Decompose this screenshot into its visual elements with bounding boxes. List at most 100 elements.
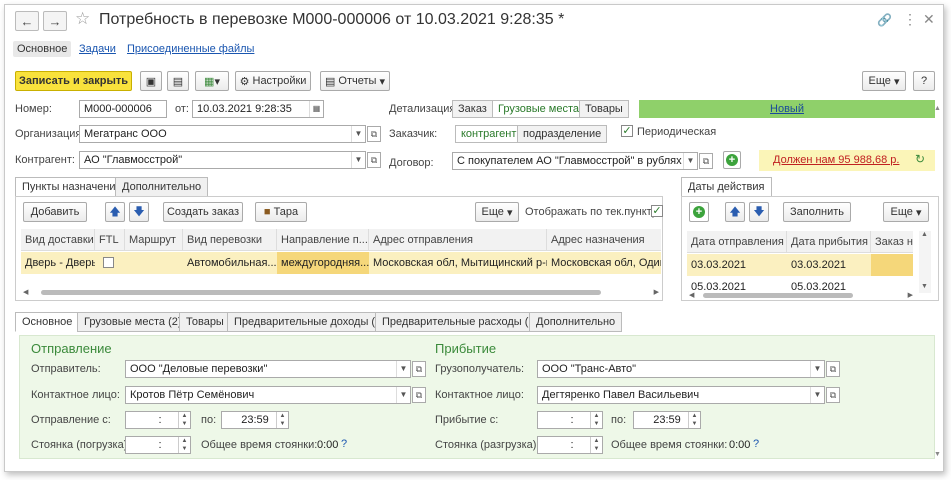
- periodic-checkbox[interactable]: ✓: [621, 125, 633, 137]
- save-icon[interactable]: ▣: [140, 71, 162, 91]
- calendar-icon[interactable]: ▦: [309, 101, 323, 117]
- departure-contact-field[interactable]: Кротов Пётр Семёнович ▼: [125, 386, 411, 404]
- scroll-left-icon[interactable]: ◀: [689, 291, 694, 299]
- scroll-left-icon[interactable]: ◀: [23, 288, 28, 296]
- forward-button[interactable]: →: [43, 11, 67, 31]
- spinner-icon[interactable]: ▲ ▼: [178, 437, 190, 453]
- help-button[interactable]: ?: [913, 71, 935, 91]
- number-field[interactable]: М000-000006: [79, 100, 167, 118]
- departure-from-field[interactable]: : ▲ ▼: [125, 411, 191, 429]
- scroll-right-icon[interactable]: ▶: [908, 291, 913, 299]
- h-scrollbar[interactable]: ◀ ▶: [23, 288, 659, 296]
- departure-stop-field[interactable]: : ▲ ▼: [125, 436, 191, 454]
- status-link[interactable]: Новый: [639, 100, 935, 118]
- col-from-address[interactable]: Адрес отправления: [369, 229, 547, 251]
- help-icon[interactable]: ?: [341, 438, 347, 450]
- chevron-down-icon[interactable]: ▼: [396, 387, 410, 403]
- arrival-contact-field[interactable]: Дегтяренко Павел Васильевич ▼: [537, 386, 825, 404]
- arrival-to-field[interactable]: 23:59 ▲ ▼: [633, 411, 701, 429]
- departure-to-field[interactable]: 23:59 ▲ ▼: [221, 411, 289, 429]
- spinner-icon[interactable]: ▲ ▼: [276, 412, 288, 428]
- tab-bottom-main[interactable]: Основное: [15, 312, 80, 332]
- link-icon[interactable]: 🔗: [877, 13, 892, 27]
- col-route[interactable]: Маршрут: [125, 229, 183, 251]
- tab-tasks[interactable]: Задачи: [79, 43, 116, 55]
- spinner-icon[interactable]: ▲ ▼: [590, 412, 602, 428]
- org-field[interactable]: Мегатранс ООО ▼: [79, 125, 366, 143]
- chevron-down-icon[interactable]: ▼: [810, 387, 824, 403]
- spinner-icon[interactable]: ▲ ▼: [178, 412, 190, 428]
- move-down-icon[interactable]: 🡇: [749, 202, 769, 222]
- detail-cargo[interactable]: Грузовые места: [492, 100, 586, 118]
- create-based-icon[interactable]: ▦ ▾: [195, 71, 229, 91]
- settings-button[interactable]: ⚙ Настройки: [235, 71, 311, 91]
- tab-prelim-income[interactable]: Предварительные доходы (2): [227, 312, 392, 332]
- open-icon[interactable]: ⧉: [412, 361, 426, 377]
- move-up-icon[interactable]: 🡅: [725, 202, 745, 222]
- dates-more-button[interactable]: Еще ▾: [883, 202, 929, 222]
- add-date-button[interactable]: +: [689, 202, 709, 222]
- show-current-checkbox[interactable]: ✓: [651, 205, 663, 217]
- create-order-button[interactable]: Создать заказ: [163, 202, 243, 222]
- table-row[interactable]: Дверь - Дверь Автомобильная... междугоро…: [21, 252, 661, 274]
- customer-contractor[interactable]: контрагент: [455, 125, 523, 143]
- star-icon[interactable]: ☆: [75, 9, 90, 29]
- contract-field[interactable]: С покупателем АО "Главмосстрой" в рублях…: [452, 152, 698, 170]
- open-icon[interactable]: ⧉: [367, 126, 381, 142]
- v-scrollbar[interactable]: ▲ ▼: [919, 231, 931, 293]
- save-close-button[interactable]: Записать и закрыть: [15, 71, 132, 91]
- col-delivery[interactable]: Вид доставки: [21, 229, 95, 251]
- close-icon[interactable]: ✕: [923, 11, 935, 28]
- chevron-down-icon[interactable]: ▼: [396, 361, 410, 377]
- chevron-down-icon[interactable]: ▼: [683, 153, 697, 169]
- detail-goods[interactable]: Товары: [579, 100, 629, 118]
- tab-main[interactable]: Основное: [13, 41, 72, 57]
- tab-cargo-places[interactable]: Грузовые места (2): [77, 312, 189, 332]
- col-ftl[interactable]: FTL: [95, 229, 125, 251]
- move-up-icon[interactable]: 🡅: [105, 202, 125, 222]
- page-scrollbar[interactable]: ▲ ▼: [933, 105, 943, 465]
- more-button[interactable]: Еще ▾: [862, 71, 906, 91]
- col-arrive-date[interactable]: Дата прибытия: [787, 231, 871, 253]
- receiver-field[interactable]: ООО "Транс-Авто" ▼: [537, 360, 825, 378]
- scroll-right-icon[interactable]: ▶: [654, 288, 659, 296]
- add-contract-button[interactable]: +: [723, 151, 741, 169]
- ftl-checkbox[interactable]: [103, 257, 114, 268]
- h-scrollbar[interactable]: ◀ ▶: [689, 291, 913, 299]
- chevron-down-icon[interactable]: ▼: [351, 126, 365, 142]
- scroll-thumb[interactable]: [41, 290, 601, 295]
- scroll-down-icon[interactable]: ▼: [934, 451, 941, 458]
- open-icon[interactable]: ⧉: [412, 387, 426, 403]
- tab-attached-files[interactable]: Присоединенные файлы: [127, 43, 254, 55]
- col-order[interactable]: Заказ на: [871, 231, 913, 253]
- help-icon[interactable]: ?: [753, 438, 759, 450]
- open-icon[interactable]: ⧉: [826, 387, 840, 403]
- detail-order[interactable]: Заказ: [452, 100, 493, 118]
- debt-link[interactable]: Должен нам 95 988,68 р.: [773, 154, 899, 166]
- move-down-icon[interactable]: 🡇: [129, 202, 149, 222]
- chevron-down-icon[interactable]: ▼: [810, 361, 824, 377]
- contractor-field[interactable]: АО "Главмосстрой" ▼: [79, 151, 366, 169]
- sender-field[interactable]: ООО "Деловые перевозки" ▼: [125, 360, 411, 378]
- arrival-from-field[interactable]: : ▲ ▼: [537, 411, 603, 429]
- customer-department[interactable]: подразделение: [517, 125, 608, 143]
- open-icon[interactable]: ⧉: [699, 153, 713, 169]
- table-row[interactable]: 03.03.2021 03.03.2021: [687, 254, 913, 276]
- tab-additional[interactable]: Дополнительно: [115, 177, 209, 197]
- col-transport[interactable]: Вид перевозки: [183, 229, 277, 251]
- tab-prelim-expenses[interactable]: Предварительные расходы (1): [375, 312, 546, 332]
- tab-goods[interactable]: Товары: [179, 312, 231, 332]
- fill-button[interactable]: Заполнить: [783, 202, 851, 222]
- col-direction[interactable]: Направление п...: [277, 229, 369, 251]
- reports-button[interactable]: ▤ Отчеты ▾: [320, 71, 390, 91]
- open-icon[interactable]: ⧉: [826, 361, 840, 377]
- tab-bottom-additional[interactable]: Дополнительно: [529, 312, 623, 332]
- back-button[interactable]: ←: [15, 11, 39, 31]
- scroll-down-icon[interactable]: ▼: [921, 283, 928, 290]
- spinner-icon[interactable]: ▲ ▼: [688, 412, 700, 428]
- scroll-thumb[interactable]: [703, 293, 853, 298]
- col-to-address[interactable]: Адрес назначения: [547, 229, 661, 251]
- chevron-down-icon[interactable]: ▼: [351, 152, 365, 168]
- spinner-icon[interactable]: ▲ ▼: [590, 437, 602, 453]
- scroll-up-icon[interactable]: ▲: [921, 231, 928, 238]
